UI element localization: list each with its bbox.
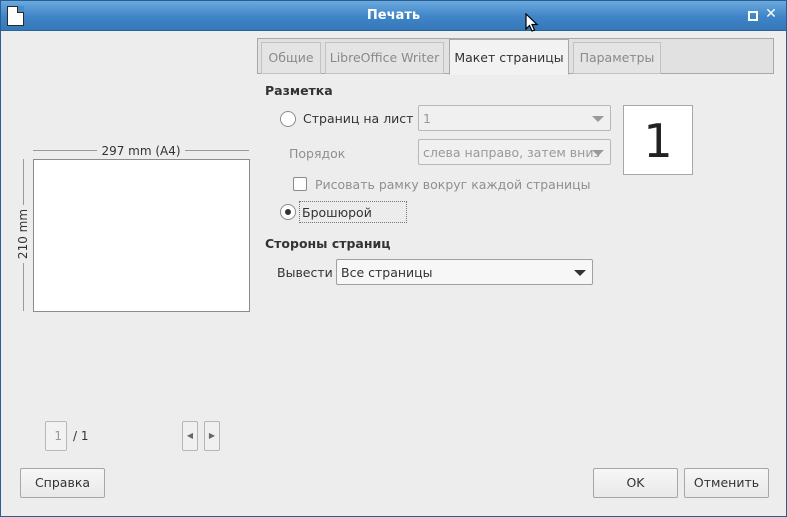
close-icon[interactable]: ✕ (765, 7, 777, 21)
titlebar[interactable]: Печать ✕ (1, 1, 786, 31)
current-page-input[interactable]: 1 (45, 421, 67, 451)
pages-per-sheet-label: Страниц на лист (303, 111, 414, 126)
brochure-label: Брошюрой (302, 205, 372, 220)
output-select[interactable]: Все страницы (336, 259, 593, 285)
chevron-down-icon (574, 270, 586, 276)
output-label: Вывести (277, 265, 333, 280)
tab-libreoffice-writer[interactable]: LibreOffice Writer (325, 42, 444, 74)
height-label: 210 mm (16, 204, 30, 264)
order-label: Порядок (289, 146, 346, 161)
window-title: Печать (366, 8, 421, 23)
tab-general[interactable]: Общие (261, 42, 321, 74)
cancel-button[interactable]: Отменить (684, 468, 769, 498)
help-button[interactable]: Справка (20, 468, 105, 498)
height-dimension: 210 mm (16, 159, 30, 311)
output-value: Все страницы (341, 265, 433, 280)
tab-bar: Общие LibreOffice Writer Макет страницы … (257, 38, 774, 75)
layout-preview-number: 1 (623, 105, 693, 175)
draw-border-label: Рисовать рамку вокруг каждой страницы (315, 177, 591, 192)
chevron-left-icon: ◀ (186, 431, 194, 440)
pages-per-sheet-select[interactable]: 1 (418, 105, 611, 131)
brochure-radio[interactable] (280, 204, 296, 220)
draw-border-checkbox[interactable] (293, 177, 307, 191)
total-pages-label: / 1 (73, 429, 89, 443)
pages-per-sheet-value: 1 (423, 111, 431, 126)
tab-page-layout[interactable]: Макет страницы (449, 39, 569, 75)
chevron-down-icon (592, 150, 604, 156)
order-select[interactable]: слева направо, затем вниз (418, 139, 611, 165)
prev-page-button[interactable]: ◀ (182, 421, 198, 451)
page-sides-section-title: Стороны страниц (265, 236, 391, 251)
order-value: слева направо, затем вниз (423, 145, 601, 160)
width-dimension: 297 mm (A4) (33, 144, 249, 158)
chevron-right-icon: ▶ (208, 431, 216, 440)
layout-section-title: Разметка (265, 83, 333, 98)
print-dialog: Печать ✕ 297 mm (A4) 210 mm 1 / 1 ◀ ▶ Об… (0, 0, 787, 517)
page-preview (33, 159, 250, 312)
mouse-cursor-icon (525, 13, 539, 32)
width-label: 297 mm (A4) (97, 144, 185, 158)
chevron-down-icon (592, 116, 604, 122)
ok-button[interactable]: OK (593, 468, 678, 498)
maximize-icon[interactable] (748, 11, 758, 21)
tab-options[interactable]: Параметры (573, 42, 661, 74)
pages-per-sheet-radio[interactable] (280, 111, 296, 127)
next-page-button[interactable]: ▶ (204, 421, 220, 451)
